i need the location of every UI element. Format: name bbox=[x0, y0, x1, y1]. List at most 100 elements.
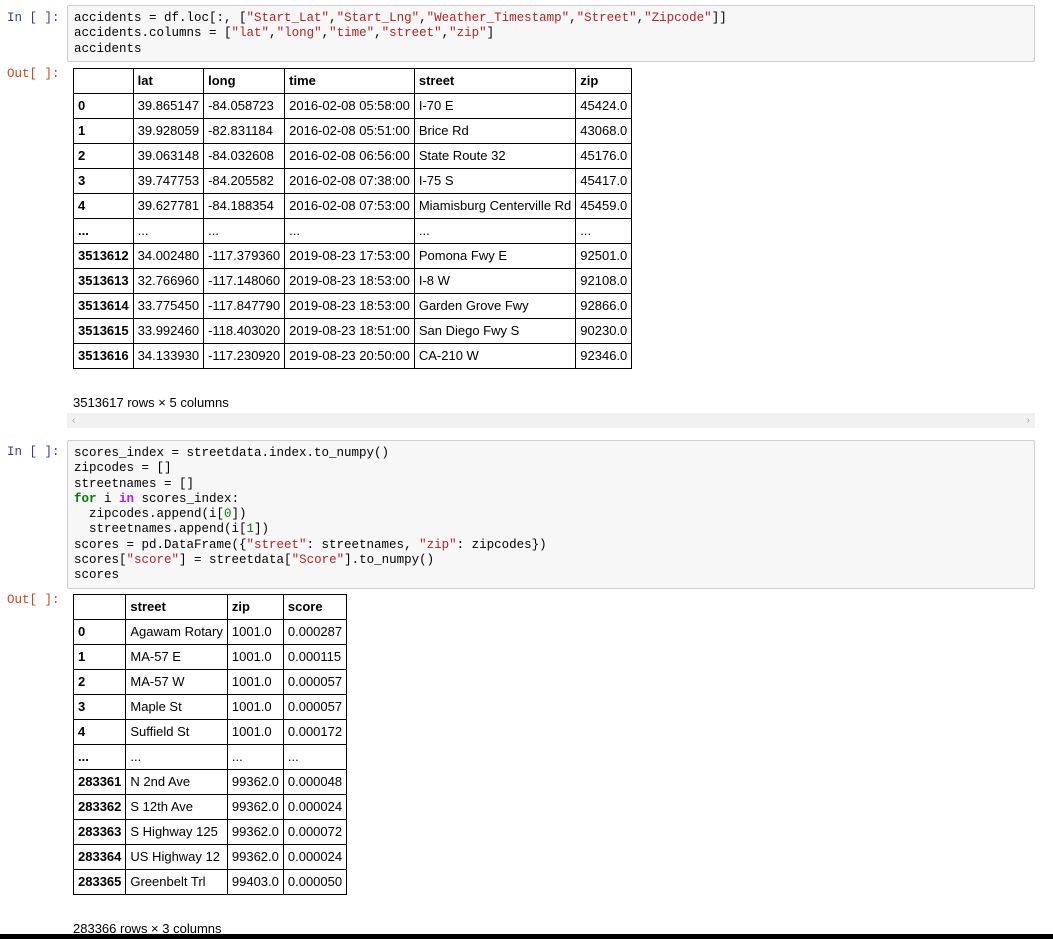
code-token: ].to_numpy() bbox=[344, 553, 435, 568]
table-row: 2 MA-57 W 1001.0 0.000057 bbox=[72, 669, 348, 695]
table-cell: 99362.0 bbox=[226, 794, 284, 820]
code-token: : streetnames, bbox=[306, 537, 420, 552]
table-row: ............ bbox=[72, 744, 348, 770]
row-index: ... bbox=[73, 218, 134, 244]
table-cell: MA-57 W bbox=[125, 669, 228, 695]
table-cell: Pomona Fwy E bbox=[413, 243, 577, 269]
table-row: 283364 US Highway 12 99362.0 0.000024 bbox=[72, 844, 348, 870]
table-cell: 45176.0 bbox=[575, 143, 633, 169]
code-token: "Zipcode" bbox=[644, 11, 712, 25]
table-cell: ... bbox=[413, 218, 577, 244]
table-cell: 0.000048 bbox=[282, 769, 348, 795]
code-token: in bbox=[119, 491, 135, 506]
table-cell: 2016-02-08 07:38:00 bbox=[284, 168, 415, 194]
row-index: 1 bbox=[72, 644, 127, 670]
table-cell: 2019-08-23 17:53:00 bbox=[284, 243, 415, 269]
table-cell: 0.000072 bbox=[282, 819, 348, 845]
row-index: 3513613 bbox=[73, 268, 134, 294]
row-index: 2 bbox=[72, 669, 127, 695]
column-header bbox=[73, 68, 134, 94]
code-cell-2[interactable]: scores_index = streetdata.index.to_numpy… bbox=[67, 440, 1035, 589]
accidents-dataframe: lat long time street zip 0 39.865147 -84.058723… bbox=[73, 68, 633, 369]
horizontal-scrollbar[interactable]: ‹ › bbox=[67, 413, 1035, 428]
code-token: ] = streetdata[ bbox=[179, 553, 292, 568]
code-line: accidents.columns = ["lat","long","time"… bbox=[74, 26, 1028, 41]
table-cell: 39.928059 bbox=[132, 118, 205, 144]
table-cell: I-75 S bbox=[413, 168, 577, 194]
code-line: streetnames.append(i[1]) bbox=[74, 522, 1028, 537]
code-token: "time" bbox=[329, 26, 375, 41]
code-token: for bbox=[74, 491, 97, 506]
code-token: streetnames.append(i[ bbox=[74, 522, 247, 537]
table-cell: 0.000057 bbox=[282, 694, 348, 720]
table-row: 3513612 34.002480 -117.379360 2019-08-23 17… bbox=[73, 243, 633, 269]
table-cell: 43068.0 bbox=[575, 118, 633, 144]
row-index: 1 bbox=[73, 118, 134, 144]
input-prompt-1: In [ ]: bbox=[7, 11, 60, 25]
row-index: 283365 bbox=[72, 869, 127, 895]
code-token: "lat" bbox=[231, 26, 270, 41]
table-row: 283363 S Highway 125 99362.0 0.000072 bbox=[72, 819, 348, 845]
code-token: accidents bbox=[74, 41, 142, 56]
code-token: "score" bbox=[126, 553, 180, 568]
table-cell: MA-57 E bbox=[125, 644, 228, 670]
code-token: "Start_Lat" bbox=[246, 11, 330, 25]
code-token: zipcodes.append(i[ bbox=[74, 507, 225, 522]
code-cell-1[interactable]: accidents = df.loc[:, ["Start_Lat","Star… bbox=[67, 5, 1035, 62]
table-cell: State Route 32 bbox=[413, 143, 577, 169]
code-token: "zip" bbox=[449, 26, 487, 41]
table-row: 283362 S 12th Ave 99362.0 0.000024 bbox=[72, 794, 348, 820]
code-line: scores["score"] = streetdata["Score"].to… bbox=[74, 553, 1028, 568]
code-token: accidents.columns = [ bbox=[74, 26, 232, 41]
scroll-left-icon[interactable]: ‹ bbox=[72, 413, 75, 428]
code-line: zipcodes = [] bbox=[74, 461, 1028, 476]
table-cell: Maple St bbox=[125, 694, 228, 720]
table-cell: 0.000287 bbox=[282, 619, 348, 645]
table-cell: ... bbox=[575, 218, 633, 244]
row-index: 283364 bbox=[72, 844, 127, 870]
table-cell: 2016-02-08 07:53:00 bbox=[284, 193, 415, 219]
table-row: 3513615 33.992460 -118.403020 2019-08-23 18… bbox=[73, 318, 633, 344]
code-line: scores bbox=[74, 568, 1028, 583]
scroll-right-icon[interactable]: › bbox=[1027, 413, 1030, 428]
code-line: accidents = df.loc[:, ["Start_Lat","Star… bbox=[74, 11, 1028, 26]
table-cell: 1001.0 bbox=[226, 719, 284, 745]
table-cell: 34.133930 bbox=[132, 343, 205, 369]
table-cell: San Diego Fwy S bbox=[413, 318, 577, 344]
table-cell: 33.775450 bbox=[132, 293, 205, 319]
code-token: 0 bbox=[224, 507, 232, 522]
code-token: ] bbox=[486, 26, 495, 41]
table-cell: 39.063148 bbox=[132, 143, 205, 169]
table-row: 3 Maple St 1001.0 0.000057 bbox=[72, 694, 348, 720]
row-index: 4 bbox=[72, 719, 127, 745]
table-cell: 0.000115 bbox=[282, 644, 348, 670]
table-cell: ... bbox=[203, 218, 286, 244]
table-cell: Agawam Rotary bbox=[125, 619, 228, 645]
column-header: score bbox=[282, 594, 348, 620]
table-cell: 39.747753 bbox=[132, 168, 205, 194]
column-header bbox=[72, 594, 127, 620]
code-token: ]) bbox=[231, 507, 247, 522]
table-cell: 0.000057 bbox=[282, 669, 348, 695]
table-cell: 0.000172 bbox=[282, 719, 348, 745]
code-token: , bbox=[321, 26, 330, 41]
table-cell: -118.403020 bbox=[203, 318, 286, 344]
code-line: accidents bbox=[74, 42, 1028, 57]
window-bottom-edge bbox=[0, 934, 1053, 939]
row-index: ... bbox=[72, 744, 127, 770]
code-token: "zip" bbox=[419, 537, 457, 552]
column-header: street bbox=[413, 68, 577, 94]
table-cell: Greenbelt Trl bbox=[125, 869, 228, 895]
table-cell: I-8 W bbox=[413, 268, 577, 294]
table-cell: -84.032608 bbox=[203, 143, 286, 169]
table-cell: 90230.0 bbox=[575, 318, 633, 344]
column-header: street bbox=[125, 594, 228, 620]
table-cell: ... bbox=[132, 218, 205, 244]
column-header: zip bbox=[226, 594, 284, 620]
table-cell: 39.627781 bbox=[132, 193, 205, 219]
table-cell: 39.865147 bbox=[132, 93, 205, 119]
row-index: 4 bbox=[73, 193, 134, 219]
code-token: "street" bbox=[381, 26, 442, 41]
table-cell: -84.205582 bbox=[203, 168, 286, 194]
row-index: 283362 bbox=[72, 794, 127, 820]
